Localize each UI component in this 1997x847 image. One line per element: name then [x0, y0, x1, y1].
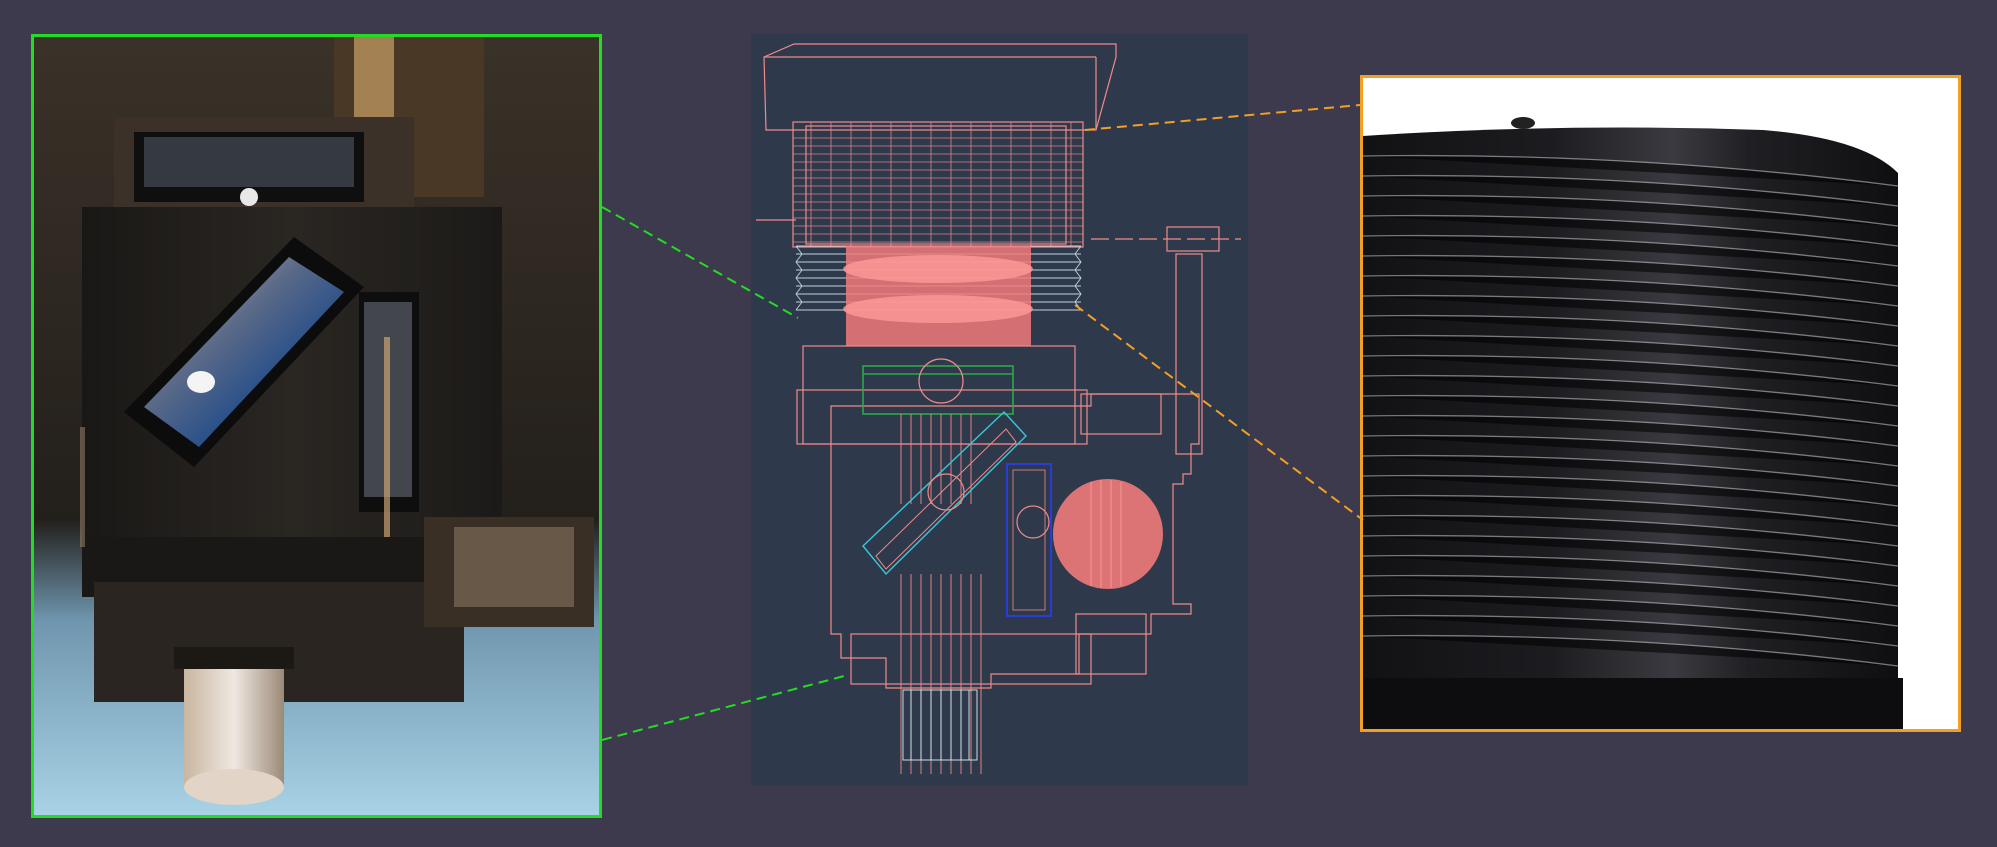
- cad-wireframe-panel: [751, 34, 1248, 786]
- printed-part-closeup-photo: [34, 37, 599, 815]
- photo-right-thread-macro: [1360, 75, 1961, 732]
- thread-macro-photo: [1363, 78, 1958, 729]
- cad-wireframe-model: [756, 43, 1241, 774]
- photo-left-closeup: [31, 34, 602, 818]
